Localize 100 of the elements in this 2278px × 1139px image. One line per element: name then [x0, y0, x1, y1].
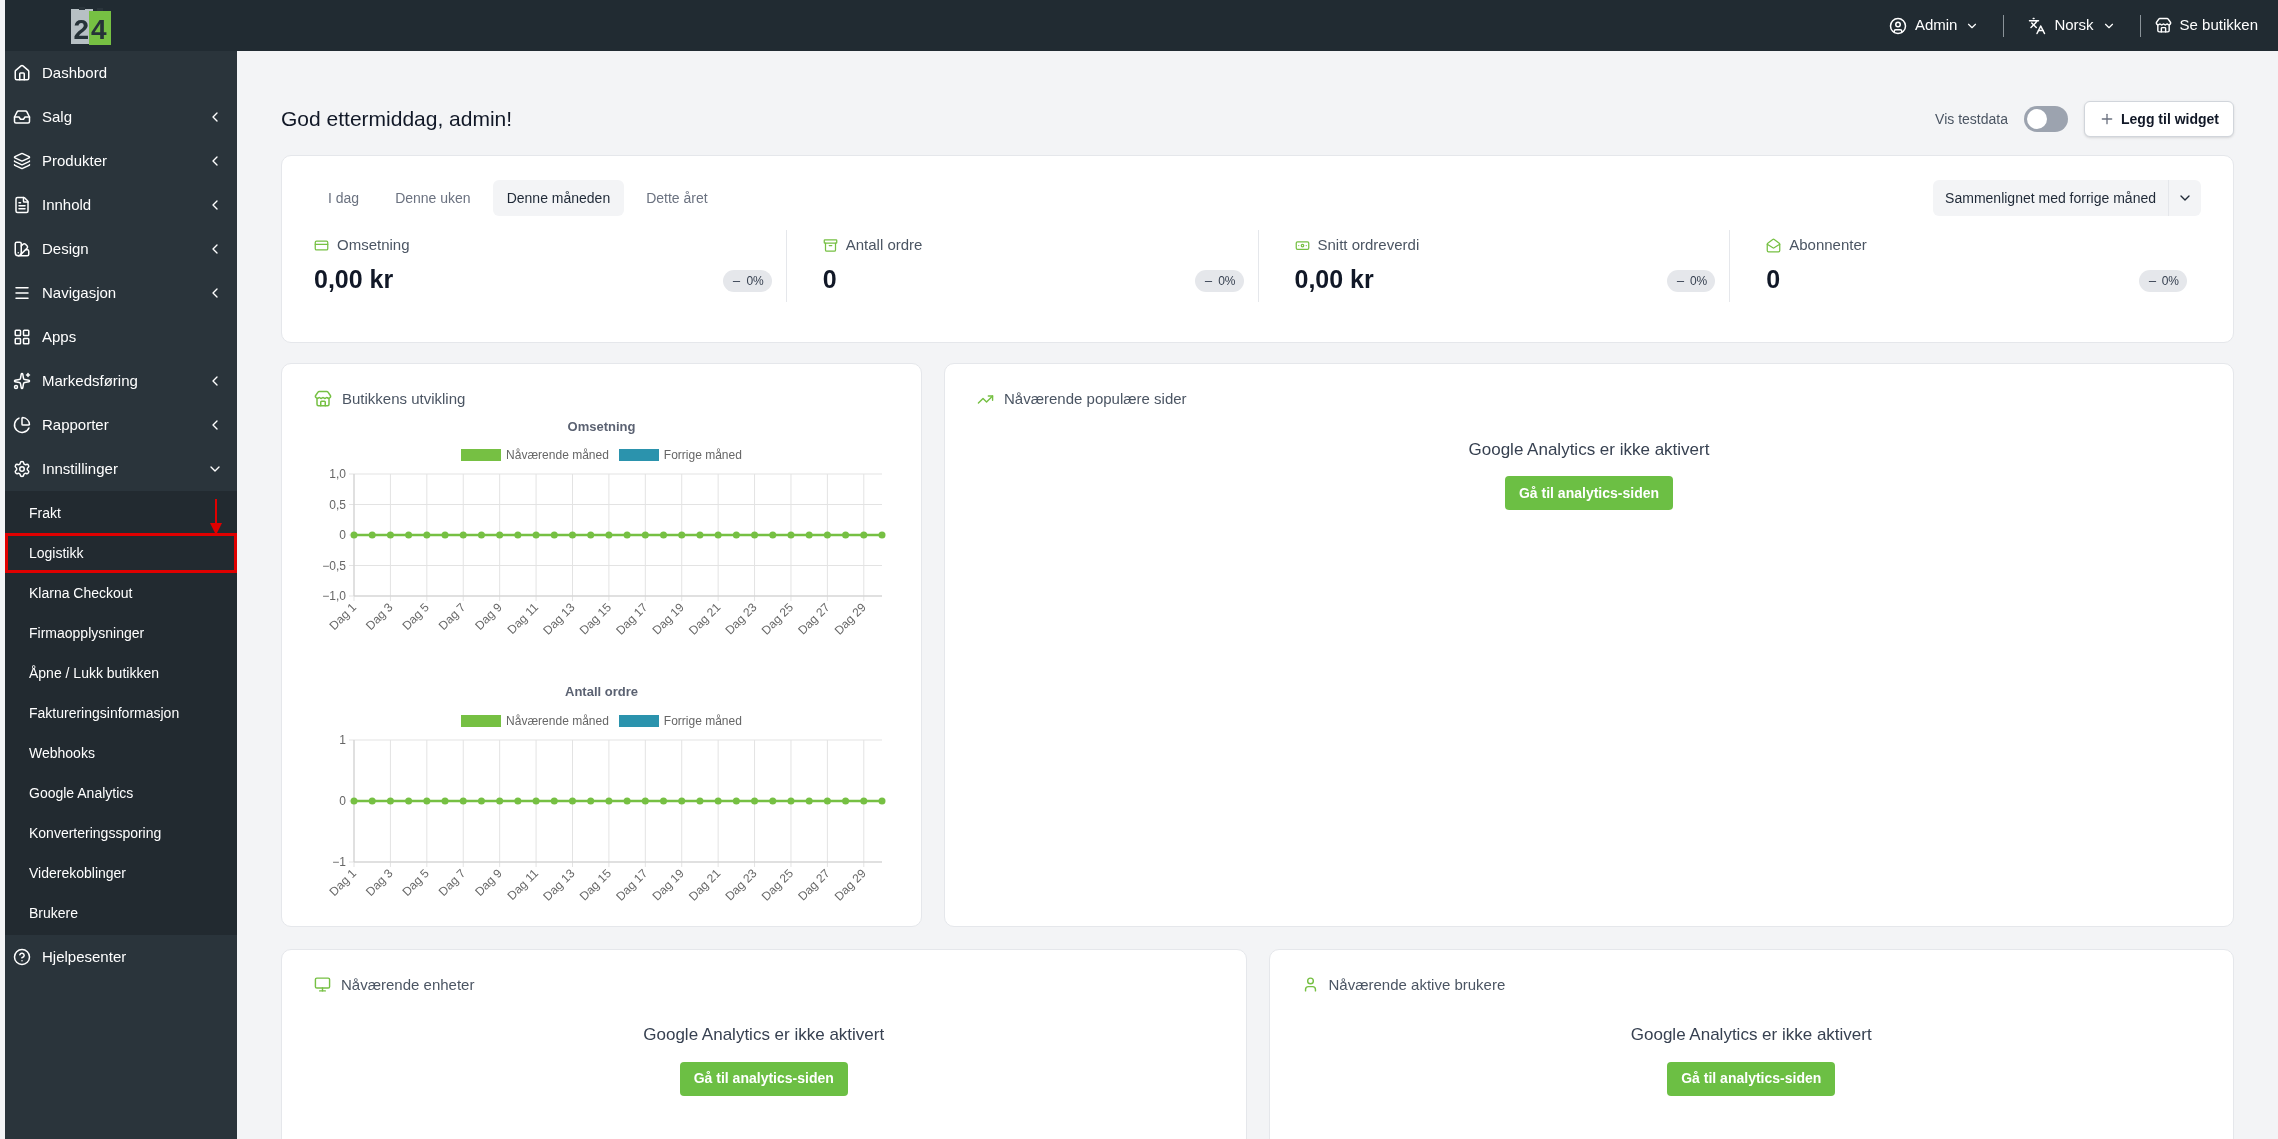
- card-title: Nåværende populære sider: [1004, 389, 1187, 409]
- axis-tick-label: 1,0: [328, 467, 346, 481]
- legend-label: Forrige måned: [663, 712, 742, 730]
- sidebar-item[interactable]: Produkter: [5, 139, 237, 183]
- sidebar-item[interactable]: Rapporter: [5, 403, 237, 447]
- language-menu[interactable]: Norsk: [2004, 14, 2140, 37]
- monitor-icon: [314, 976, 331, 994]
- axis-tick-label: Dag 17: [612, 600, 650, 638]
- sidebar-item[interactable]: Navigasjon: [5, 271, 237, 315]
- axis-tick-label: Dag 3: [362, 865, 396, 899]
- submenu-item[interactable]: Viderekoblinger: [5, 853, 237, 893]
- submenu-item[interactable]: Webhooks: [5, 733, 237, 773]
- axis-tick-label: Dag 3: [362, 600, 396, 633]
- axis-tick-label: Dag 25: [758, 600, 796, 638]
- axis-tick-label: Dag 27: [794, 600, 832, 638]
- period-tab[interactable]: Denne uken: [381, 180, 485, 216]
- axis-tick-label: 0: [338, 793, 346, 808]
- axis-tick-label: Dag 7: [435, 600, 468, 633]
- envelope-icon: [1766, 237, 1782, 253]
- grid-icon: [13, 328, 31, 346]
- axis-tick-label: Dag 29: [831, 600, 869, 638]
- stat-label: Abonnenter: [1789, 235, 1867, 255]
- comparison-dropdown[interactable]: Sammenlignet med forrige måned: [1933, 180, 2201, 216]
- legend-label: Nåværende måned: [506, 447, 609, 464]
- submenu-item[interactable]: Brukere: [5, 893, 237, 933]
- home-icon: [13, 64, 31, 82]
- axis-tick-label: Dag 21: [685, 865, 723, 903]
- axis-tick-label: Dag 23: [721, 600, 760, 638]
- axis-tick-label: Dag 19: [649, 600, 687, 638]
- sidebar-item[interactable]: Dashbord: [5, 51, 237, 95]
- axis-tick-label: Dag 9: [471, 600, 505, 633]
- stack-icon: [13, 152, 31, 170]
- submenu-item[interactable]: Faktureringsinformasjon: [5, 693, 237, 733]
- user-icon: [1888, 16, 1907, 35]
- pie-chart-icon: [13, 416, 31, 434]
- legend-item[interactable]: Forrige måned: [618, 711, 742, 730]
- sidebar-item[interactable]: Apps: [5, 315, 237, 359]
- chart-title: Omsetning: [567, 417, 636, 436]
- card-icon: [314, 237, 329, 253]
- sidebar-item[interactable]: Markedsføring: [5, 359, 237, 403]
- axis-tick-label: Dag 29: [831, 865, 869, 903]
- period-tab[interactable]: I dag: [314, 180, 374, 216]
- period-tab[interactable]: Dette året: [632, 180, 722, 216]
- axis-tick-label: −1,0: [321, 589, 346, 603]
- legend-item[interactable]: Nåværende måned: [461, 446, 609, 464]
- submenu-item[interactable]: Konverteringssporing: [5, 813, 237, 853]
- legend-item[interactable]: Forrige måned: [618, 446, 742, 464]
- settings-icon: [13, 460, 31, 478]
- test-data-switch[interactable]: [2024, 106, 2068, 132]
- submenu-item[interactable]: Firmaopplysninger: [5, 613, 237, 653]
- store-icon: [2154, 17, 2172, 34]
- axis-tick-label: Dag 25: [758, 865, 796, 903]
- axis-tick-label: Dag 11: [504, 865, 541, 903]
- card-title: Nåværende enheter: [341, 974, 475, 995]
- palette-icon: [13, 240, 31, 258]
- stat-label: Snitt ordreverdi: [1317, 235, 1420, 255]
- card-title: Nåværende aktive brukere: [1328, 974, 1506, 995]
- toggle-label: Vis testdata: [1935, 109, 2008, 129]
- period-tab[interactable]: Denne måneden: [492, 180, 625, 216]
- submenu-item[interactable]: Frakt: [5, 493, 237, 533]
- legend-label: Nåværende måned: [506, 712, 609, 730]
- stat-value: 0,00 kr: [1294, 263, 1375, 295]
- axis-tick-label: Dag 5: [398, 600, 432, 633]
- status-message: Google Analytics er ikke aktivert: [1630, 1024, 1872, 1046]
- tray-icon: [13, 108, 31, 126]
- axis-tick-label: Dag 1: [326, 600, 359, 633]
- sidebar-item[interactable]: Salg: [5, 95, 237, 139]
- status-message: Google Analytics er ikke aktivert: [643, 1024, 885, 1046]
- axis-tick-label: 0: [338, 528, 346, 542]
- sidebar-item[interactable]: Innstillinger: [5, 447, 237, 491]
- change-badge: 0%: [1666, 270, 1716, 292]
- sidebar-item[interactable]: Design: [5, 227, 237, 271]
- axis-tick-label: Dag 9: [471, 865, 505, 899]
- sidebar-item[interactable]: Hjelpesenter: [5, 935, 237, 979]
- axis-tick-label: Dag 17: [612, 865, 650, 903]
- archive-icon: [822, 237, 838, 253]
- store-icon: [314, 390, 332, 409]
- submenu-item[interactable]: Åpne / Lukk butikken: [5, 653, 237, 693]
- user-menu[interactable]: Admin: [1864, 14, 2004, 37]
- axis-tick-label: 1: [338, 732, 346, 747]
- submenu-item[interactable]: Google Analytics: [5, 773, 237, 813]
- axis-tick-label: Dag 7: [435, 865, 468, 899]
- sidebar-item[interactable]: Innhold: [5, 183, 237, 227]
- legend-item[interactable]: Nåværende måned: [461, 711, 609, 730]
- axis-tick-label: Dag 13: [539, 865, 578, 903]
- axis-tick-label: Dag 13: [539, 600, 578, 638]
- help-icon: [13, 948, 31, 966]
- submenu-item[interactable]: Klarna Checkout: [5, 573, 237, 613]
- stat-label: Antall ordre: [845, 235, 923, 255]
- axis-tick-label: Dag 11: [504, 600, 541, 637]
- axis-tick-label: Dag 23: [721, 865, 760, 903]
- store-link[interactable]: Se butikken: [2140, 14, 2278, 37]
- plus-icon: [2099, 111, 2115, 127]
- submenu-item[interactable]: Logistikk: [5, 533, 237, 573]
- stat-value: 0: [1766, 263, 1782, 295]
- axis-tick-label: Dag 19: [649, 865, 687, 903]
- stat-value: 0,00 kr: [314, 263, 395, 295]
- add-widget-button[interactable]: Legg til widget: [2084, 101, 2234, 137]
- status-message: Google Analytics er ikke aktivert: [1468, 438, 1710, 461]
- axis-tick-label: Dag 15: [576, 865, 614, 903]
